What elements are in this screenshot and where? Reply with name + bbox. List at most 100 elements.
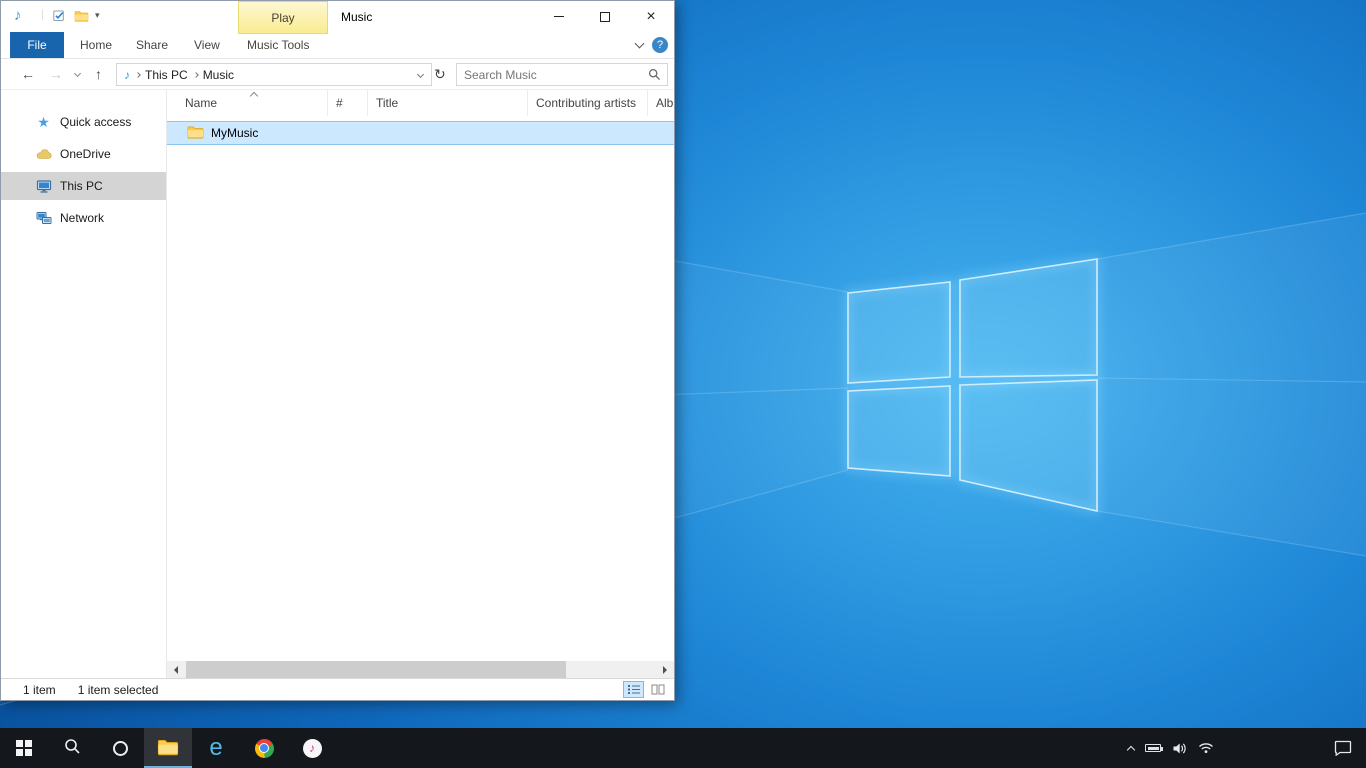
search-icon bbox=[64, 738, 81, 758]
taskbar: e ♪ bbox=[0, 728, 1366, 768]
forward-button[interactable]: → bbox=[49, 66, 63, 82]
sidebar-item-label: This PC bbox=[60, 179, 103, 193]
help-button[interactable]: ? bbox=[652, 37, 668, 53]
sidebar-item-label: Network bbox=[60, 211, 104, 225]
contextual-tab-play[interactable]: Play bbox=[238, 1, 328, 34]
column-label: # bbox=[336, 96, 343, 110]
scroll-left-arrow[interactable] bbox=[167, 661, 184, 678]
minimize-icon bbox=[554, 16, 564, 17]
itunes-button[interactable]: ♪ bbox=[288, 728, 336, 768]
tab-view[interactable]: View bbox=[194, 38, 220, 52]
itunes-icon: ♪ bbox=[303, 739, 322, 758]
file-name: MyMusic bbox=[211, 126, 258, 140]
action-center-icon bbox=[1334, 740, 1352, 756]
this-pc-monitor-icon bbox=[35, 179, 52, 193]
column-label: Name bbox=[185, 96, 217, 110]
qat-new-folder-icon[interactable] bbox=[74, 10, 89, 25]
internet-explorer-icon: e bbox=[209, 736, 222, 760]
search-icon[interactable] bbox=[648, 68, 661, 81]
column-label: Contributing artists bbox=[536, 96, 636, 110]
minimize-button[interactable] bbox=[536, 1, 582, 32]
navigation-pane: ★ Quick access OneDrive This PC bbox=[1, 90, 167, 678]
chrome-button[interactable] bbox=[240, 728, 288, 768]
column-header-title[interactable]: Title bbox=[368, 90, 528, 116]
file-list-pane: Name # Title Contributing artists Alb bbox=[167, 90, 674, 678]
column-label: Title bbox=[376, 96, 398, 110]
chrome-icon bbox=[255, 739, 274, 758]
column-header-album[interactable]: Alb bbox=[648, 90, 674, 116]
address-dropdown-caret-icon[interactable] bbox=[417, 71, 424, 78]
address-bar-row: ← → ↑ ♪ This PC Music ↻ bbox=[1, 59, 674, 90]
taskbar-search-button[interactable] bbox=[48, 728, 96, 768]
sidebar-item-quick-access[interactable]: ★ Quick access bbox=[1, 108, 166, 136]
qat-separator: | bbox=[41, 7, 44, 21]
start-button[interactable] bbox=[0, 728, 48, 768]
sidebar-item-this-pc[interactable]: This PC bbox=[1, 172, 166, 200]
speaker-icon bbox=[1172, 742, 1187, 755]
music-note-icon: ♪ bbox=[14, 8, 22, 23]
tab-home[interactable]: Home bbox=[80, 38, 112, 52]
details-view-button[interactable] bbox=[623, 681, 644, 698]
refresh-button[interactable]: ↻ bbox=[434, 66, 446, 83]
sidebar-item-label: OneDrive bbox=[60, 147, 111, 161]
quick-access-star-icon: ★ bbox=[35, 115, 52, 129]
onedrive-cloud-icon bbox=[35, 148, 52, 160]
column-header-number[interactable]: # bbox=[328, 90, 368, 116]
expand-ribbon-chevron-icon[interactable] bbox=[635, 39, 645, 49]
location-music-icon: ♪ bbox=[124, 68, 130, 82]
up-button[interactable]: ↑ bbox=[95, 66, 102, 82]
back-button[interactable]: ← bbox=[21, 66, 35, 82]
item-count: 1 item bbox=[23, 683, 56, 697]
sidebar-item-network[interactable]: Network bbox=[1, 204, 166, 232]
horizontal-scrollbar[interactable] bbox=[167, 661, 674, 678]
column-headers: Name # Title Contributing artists Alb bbox=[167, 90, 674, 116]
file-explorer-window: ♪ | ▾ Play Music × File Home Share bbox=[0, 0, 675, 701]
scroll-right-arrow[interactable] bbox=[657, 661, 674, 678]
action-center-button[interactable] bbox=[1320, 728, 1366, 768]
column-header-contributing-artists[interactable]: Contributing artists bbox=[528, 90, 648, 116]
breadcrumb-this-pc[interactable]: This PC bbox=[145, 68, 188, 82]
file-row-mymusic[interactable]: MyMusic bbox=[167, 121, 674, 145]
close-icon: × bbox=[646, 9, 655, 25]
recent-locations-caret-icon[interactable] bbox=[74, 70, 81, 77]
file-explorer-icon bbox=[157, 738, 179, 759]
taskbar-file-explorer-button[interactable] bbox=[144, 728, 192, 768]
hidden-icons-button[interactable] bbox=[1128, 744, 1134, 753]
system-tray bbox=[1128, 728, 1214, 768]
explorer-content: ★ Quick access OneDrive This PC bbox=[1, 90, 674, 678]
tab-file[interactable]: File bbox=[10, 32, 64, 58]
window-controls: × bbox=[536, 1, 674, 32]
close-button[interactable]: × bbox=[628, 1, 674, 32]
network-indicator[interactable] bbox=[1198, 742, 1214, 754]
maximize-icon bbox=[600, 12, 610, 22]
qat-customize-caret-icon[interactable]: ▾ bbox=[95, 10, 100, 21]
address-bar[interactable]: ♪ This PC Music bbox=[116, 63, 432, 86]
wifi-icon bbox=[1198, 742, 1214, 754]
sidebar-item-onedrive[interactable]: OneDrive bbox=[1, 140, 166, 168]
volume-indicator[interactable] bbox=[1172, 742, 1187, 755]
column-label: Alb bbox=[656, 96, 673, 110]
cortana-button[interactable] bbox=[96, 728, 144, 768]
title-bar[interactable]: ♪ | ▾ Play Music × bbox=[1, 1, 674, 32]
column-header-name[interactable]: Name bbox=[167, 90, 328, 116]
window-title: Music bbox=[341, 10, 372, 24]
cortana-icon bbox=[113, 741, 128, 756]
qat-properties-icon[interactable] bbox=[53, 9, 66, 25]
ribbon-tab-strip: File Home Share View Music Tools ? bbox=[1, 32, 674, 59]
breadcrumb-music[interactable]: Music bbox=[203, 68, 234, 82]
internet-explorer-button[interactable]: e bbox=[192, 728, 240, 768]
network-icon bbox=[35, 211, 52, 225]
folder-icon bbox=[187, 125, 204, 142]
tab-music-tools[interactable]: Music Tools bbox=[247, 38, 309, 52]
sidebar-item-label: Quick access bbox=[60, 115, 131, 129]
windows-logo-icon bbox=[16, 740, 32, 756]
battery-icon bbox=[1145, 744, 1161, 752]
tab-share[interactable]: Share bbox=[136, 38, 168, 52]
maximize-button[interactable] bbox=[582, 1, 628, 32]
scrollbar-thumb[interactable] bbox=[186, 661, 566, 678]
search-box[interactable] bbox=[456, 63, 668, 86]
battery-indicator[interactable] bbox=[1145, 744, 1161, 752]
search-input[interactable] bbox=[457, 68, 648, 82]
large-icons-view-button[interactable] bbox=[647, 681, 668, 698]
breadcrumb-chevron-icon[interactable] bbox=[193, 72, 199, 78]
